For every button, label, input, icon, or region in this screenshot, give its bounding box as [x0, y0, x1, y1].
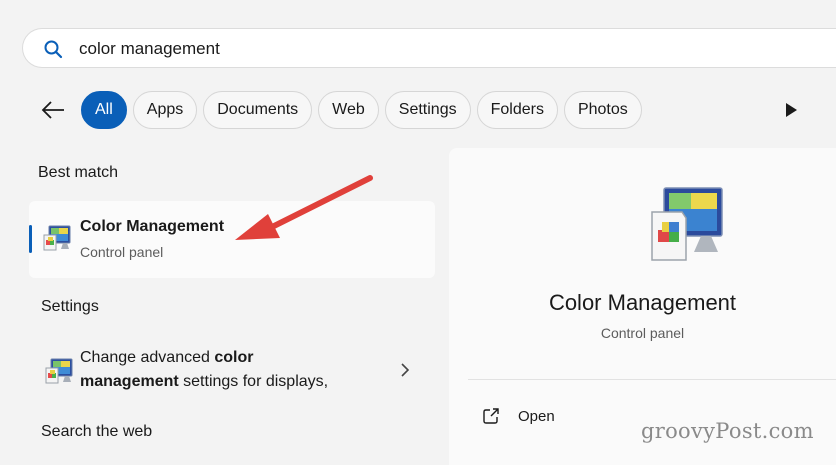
chevron-right-icon[interactable] — [398, 362, 412, 378]
search-icon — [44, 40, 63, 59]
search-input[interactable]: color management — [79, 39, 220, 59]
open-external-icon — [483, 408, 499, 424]
preview-title: Color Management — [548, 290, 737, 315]
setting-result-text: Change advanced color management setting… — [80, 346, 380, 394]
filter-apps[interactable]: Apps — [132, 91, 198, 129]
best-match-heading: Best match — [38, 164, 119, 181]
best-match-subtitle: Control panel — [80, 244, 164, 260]
settings-heading: Settings — [41, 298, 99, 315]
setting-text-part: settings for displays, — [178, 373, 329, 390]
search-web-heading: Search the web — [41, 423, 153, 440]
back-arrow-icon[interactable] — [40, 97, 66, 123]
color-management-large-icon — [651, 187, 723, 261]
watermark: groovyPost.com — [641, 419, 814, 443]
open-button[interactable]: Open — [482, 404, 555, 428]
selection-indicator — [29, 225, 32, 253]
filter-web[interactable]: Web — [318, 91, 379, 129]
best-match-title: Color Management — [80, 218, 225, 235]
setting-text-bold: management — [80, 373, 179, 390]
filter-photos[interactable]: Photos — [563, 91, 642, 129]
setting-result[interactable]: Change advanced color management setting… — [29, 340, 435, 402]
setting-text-part: Change advanced — [80, 349, 215, 366]
preview-subtitle: Control panel — [600, 325, 685, 341]
open-label: Open — [518, 407, 555, 425]
filter-all[interactable]: All — [81, 91, 127, 129]
color-management-icon — [43, 225, 71, 251]
filter-documents[interactable]: Documents — [203, 91, 313, 129]
setting-text-bold: color — [214, 349, 254, 366]
filter-folders[interactable]: Folders — [476, 91, 558, 129]
divider — [468, 379, 836, 380]
color-management-icon — [45, 358, 73, 384]
annotation-arrow — [235, 175, 373, 240]
filter-settings[interactable]: Settings — [384, 91, 471, 129]
search-box[interactable]: color management — [22, 28, 836, 68]
play-more-icon[interactable] — [782, 99, 800, 121]
filter-bar: All Apps Documents Web Settings Folders … — [81, 91, 642, 129]
preview-panel: Color Management Control panel Open — [449, 148, 836, 465]
